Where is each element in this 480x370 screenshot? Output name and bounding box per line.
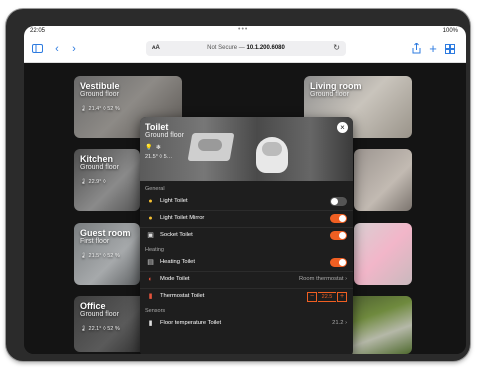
dialog-quick-icons: 💡 ❄ xyxy=(145,144,161,151)
room-floor: First floor xyxy=(80,238,110,245)
room-detail-dialog: Toilet Ground floor 💡 ❄ 21.5° ◊ 5… × Gen… xyxy=(140,117,353,354)
row-heating-toilet[interactable]: ▤ Heating Toilet xyxy=(140,255,353,271)
mode-icon: ◐ xyxy=(148,276,153,283)
room-name: Vestibule xyxy=(80,81,120,91)
tablet-frame: 22:05 ••• 100% ‹ › ᴀA Not Secure — 10.1.… xyxy=(6,9,470,361)
row-label: Socket Toilet xyxy=(160,232,193,238)
room-card-office[interactable]: Office Ground floor 🌡 22.1° ◊ 52 % xyxy=(74,296,148,352)
room-temp: 21.5° xyxy=(88,253,102,259)
mode-select[interactable]: Room thermostat › xyxy=(299,276,347,282)
room-temp: 21.4° xyxy=(88,106,102,112)
section-sensors: Sensors xyxy=(145,308,166,314)
thermostat-value: 22.5 xyxy=(318,292,336,302)
status-time: 22:05 xyxy=(30,28,46,34)
row-floor-temperature[interactable]: ▮ Floor temperature Toilet 21.2 › xyxy=(140,316,353,332)
security-label: Not Secure — xyxy=(207,45,245,51)
room-floor: Ground floor xyxy=(80,91,119,98)
room-floor: Ground floor xyxy=(80,311,119,318)
section-general: General xyxy=(145,186,165,192)
room-humidity: 52 % xyxy=(107,106,120,112)
row-label: Light Toilet Mirror xyxy=(160,215,205,221)
row-label: Thermostat Toilet xyxy=(160,293,205,299)
room-card-kitchen[interactable]: Kitchen Ground floor 🌡 22.9° ◊ xyxy=(74,149,140,211)
section-heating: Heating xyxy=(145,247,164,253)
room-temp: 22.9° xyxy=(88,179,102,185)
browser-toolbar: ‹ › ᴀA Not Secure — 10.1.200.6080 ↻ + xyxy=(24,37,466,63)
bulb-icon: ● xyxy=(148,198,153,205)
room-floor: Ground floor xyxy=(310,91,349,98)
room-name: Living room xyxy=(310,81,362,91)
light-toilet-toggle[interactable] xyxy=(330,197,347,206)
tabs-icon[interactable] xyxy=(443,42,457,56)
row-label: Mode Toilet xyxy=(160,276,190,282)
room-card-guest-room[interactable]: Guest room First floor 🌡 21.5° ◊ 52 % xyxy=(74,223,140,285)
plus-icon[interactable]: + xyxy=(426,42,440,56)
increase-button[interactable]: + xyxy=(337,292,347,302)
room-photo-header: Toilet Ground floor 💡 ❄ 21.5° ◊ 5… × xyxy=(140,117,353,181)
tablet-screen: 22:05 ••• 100% ‹ › ᴀA Not Secure — 10.1.… xyxy=(24,26,466,354)
back-icon[interactable]: ‹ xyxy=(50,42,64,56)
reload-icon[interactable]: ↻ xyxy=(333,43,340,52)
thermostat-stepper[interactable]: − 22.5 + xyxy=(307,292,347,302)
multitask-dots[interactable]: ••• xyxy=(238,26,248,33)
row-light-toilet[interactable]: ● Light Toilet xyxy=(140,194,353,210)
row-thermostat-toilet[interactable]: ▮ Thermostat Toilet − 22.5 + xyxy=(140,289,353,305)
room-stats: 🌡 22.1° ◊ 52 % xyxy=(80,326,120,332)
toilet-seat-image xyxy=(262,142,282,156)
row-label: Light Toilet xyxy=(160,198,188,204)
row-socket-toilet[interactable]: ▣ Socket Toilet xyxy=(140,228,353,244)
socket-toggle[interactable] xyxy=(330,231,347,240)
row-label: Floor temperature Toilet xyxy=(160,320,222,326)
dialog-stats: 21.5° ◊ 5… xyxy=(145,154,173,160)
radiator-icon: ▤ xyxy=(147,259,154,266)
dialog-title: Toilet xyxy=(145,122,169,132)
room-stats: 🌡 22.9° ◊ xyxy=(80,179,106,185)
status-bar: 22:05 ••• 100% xyxy=(24,26,466,37)
room-humidity: 52 % xyxy=(107,253,120,259)
floor-temperature-value[interactable]: 21.2 › xyxy=(332,320,347,326)
url-text: 10.1.200.6080 xyxy=(246,45,285,51)
address-bar[interactable]: ᴀA Not Secure — 10.1.200.6080 ↻ xyxy=(146,41,346,56)
room-dashboard: Vestibule Ground floor 🌡 21.4° ◊ 52 % Li… xyxy=(24,63,466,354)
close-button[interactable]: × xyxy=(337,122,348,133)
sidebar-icon[interactable] xyxy=(30,42,44,56)
thermometer-icon: ▮ xyxy=(148,293,153,300)
room-name: Kitchen xyxy=(80,154,114,164)
share-icon[interactable] xyxy=(409,42,423,56)
room-stats: 🌡 21.5° ◊ 52 % xyxy=(80,253,120,259)
thermometer-icon: ▮ xyxy=(148,320,153,327)
sink-bowl-image xyxy=(198,139,222,151)
heating-toggle[interactable] xyxy=(330,258,347,267)
room-name: Office xyxy=(80,301,106,311)
room-card-bedroom[interactable] xyxy=(354,149,412,211)
row-mode-toilet[interactable]: ◐ Mode Toilet Room thermostat › xyxy=(140,272,353,288)
fan-icon[interactable]: ❄ xyxy=(156,145,161,151)
row-label: Heating Toilet xyxy=(160,259,196,265)
forward-icon[interactable]: › xyxy=(67,42,81,56)
bulb-icon: ● xyxy=(148,215,153,222)
decrease-button[interactable]: − xyxy=(307,292,317,302)
room-name: Guest room xyxy=(80,228,131,238)
light-mirror-toggle[interactable] xyxy=(330,214,347,223)
room-humidity: 52 % xyxy=(107,326,120,332)
url-display[interactable]: Not Secure — 10.1.200.6080 xyxy=(146,45,346,51)
room-card-kids-room[interactable] xyxy=(354,223,412,285)
room-temp: 22.1° xyxy=(88,326,102,332)
room-floor: Ground floor xyxy=(80,164,119,171)
dialog-floor: Ground floor xyxy=(145,132,184,139)
bulb-icon[interactable]: 💡 xyxy=(145,145,152,151)
battery-indicator: 100% xyxy=(442,28,458,34)
socket-icon: ▣ xyxy=(147,232,154,239)
row-light-toilet-mirror[interactable]: ● Light Toilet Mirror xyxy=(140,211,353,227)
room-stats: 🌡 21.4° ◊ 52 % xyxy=(80,106,120,112)
